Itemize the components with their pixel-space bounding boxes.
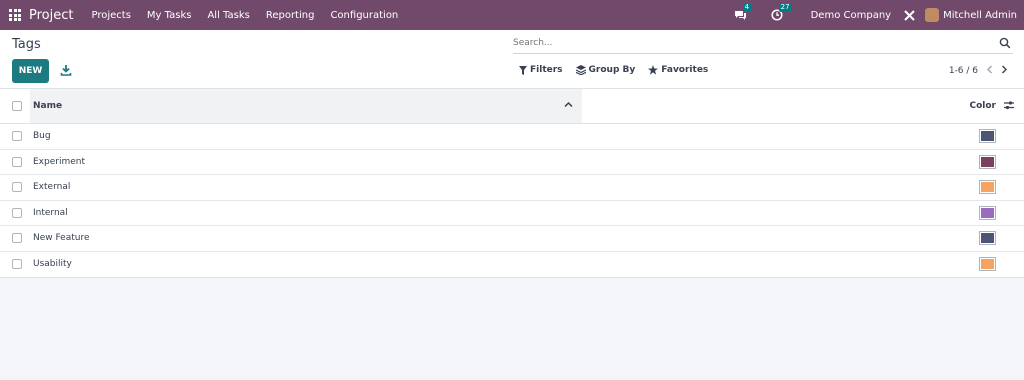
tag-name: Usability (33, 259, 72, 270)
tag-name: External (33, 182, 71, 193)
search-input[interactable] (513, 37, 999, 48)
search-toolbar: Filters Group By Favorites (519, 65, 721, 75)
row-checkbox[interactable] (12, 233, 22, 244)
tag-name: New Feature (33, 233, 90, 244)
pager-value[interactable]: 1-6 / 6 (949, 66, 978, 76)
search-icon[interactable] (999, 37, 1011, 49)
table-row[interactable]: Bug (0, 124, 1024, 150)
messages-badge: 4 (742, 3, 752, 12)
layers-icon (575, 65, 586, 75)
table-row[interactable]: Experiment (0, 150, 1024, 175)
star-icon (648, 65, 659, 75)
color-swatch[interactable] (979, 154, 996, 169)
company-switcher[interactable]: Demo Company (811, 10, 891, 21)
table-row[interactable]: New Feature (0, 226, 1024, 252)
color-swatch[interactable] (979, 129, 996, 144)
avatar[interactable] (925, 8, 940, 22)
table-header: Name Color (0, 89, 1024, 124)
color-swatch[interactable] (979, 180, 996, 195)
menu-my-tasks[interactable]: My Tasks (147, 10, 192, 21)
select-all-checkbox[interactable] (12, 101, 22, 111)
pager: 1-6 / 6 (949, 65, 1008, 77)
table-row[interactable]: Internal (0, 201, 1024, 226)
table-row[interactable]: External (0, 175, 1024, 201)
download-icon[interactable] (60, 64, 72, 76)
tag-name: Experiment (33, 156, 86, 167)
row-checkbox[interactable] (12, 259, 22, 270)
row-checkbox[interactable] (12, 156, 22, 167)
optional-columns-icon[interactable] (1004, 101, 1014, 110)
group-by-button[interactable]: Group By (575, 65, 636, 75)
apps-menu-icon[interactable] (9, 9, 21, 21)
tags-list: Name Color Bug Experiment External Inter… (0, 89, 1024, 278)
debug-tools-icon[interactable] (901, 7, 917, 23)
row-checkbox[interactable] (12, 182, 22, 193)
sort-ascending-icon[interactable] (564, 101, 573, 108)
filters-button[interactable]: Filters (519, 65, 563, 75)
filters-label: Filters (530, 65, 563, 75)
menu-projects[interactable]: Projects (91, 10, 130, 21)
chevron-left-icon[interactable] (986, 65, 993, 77)
top-navbar: Project Projects My Tasks All Tasks Repo… (0, 0, 1024, 30)
filter-icon (519, 65, 527, 75)
color-swatch[interactable] (979, 231, 996, 246)
table-row[interactable]: Usability (0, 252, 1024, 278)
activities-badge: 27 (778, 3, 792, 12)
tag-name: Internal (33, 207, 68, 218)
menu-reporting[interactable]: Reporting (266, 10, 315, 21)
activities-icon[interactable]: 27 (769, 3, 792, 23)
app-name[interactable]: Project (29, 8, 73, 23)
color-swatch[interactable] (979, 257, 996, 272)
favorites-button[interactable]: Favorites (648, 65, 708, 75)
chevron-right-icon[interactable] (1001, 65, 1008, 77)
control-panel: Tags NEW Filters Group By Favorites 1-6 … (0, 30, 1024, 89)
navbar-systray: 4 27 Demo Company Mitchell Admin (733, 0, 1024, 30)
new-button[interactable]: NEW (12, 59, 49, 83)
user-menu[interactable]: Mitchell Admin (943, 10, 1017, 21)
menu-configuration[interactable]: Configuration (330, 10, 398, 21)
column-header-color[interactable]: Color (970, 101, 997, 111)
row-checkbox[interactable] (12, 131, 22, 142)
page-title: Tags (12, 37, 41, 52)
column-header-name[interactable]: Name (33, 101, 62, 111)
color-swatch[interactable] (979, 205, 996, 220)
favorites-label: Favorites (661, 65, 709, 75)
messages-icon[interactable]: 4 (733, 3, 752, 23)
name-column-highlight (30, 89, 582, 123)
search-bar (513, 32, 1013, 54)
group-by-label: Group By (588, 65, 636, 75)
menu-all-tasks[interactable]: All Tasks (207, 10, 249, 21)
tag-name: Bug (33, 131, 51, 142)
row-checkbox[interactable] (12, 207, 22, 218)
